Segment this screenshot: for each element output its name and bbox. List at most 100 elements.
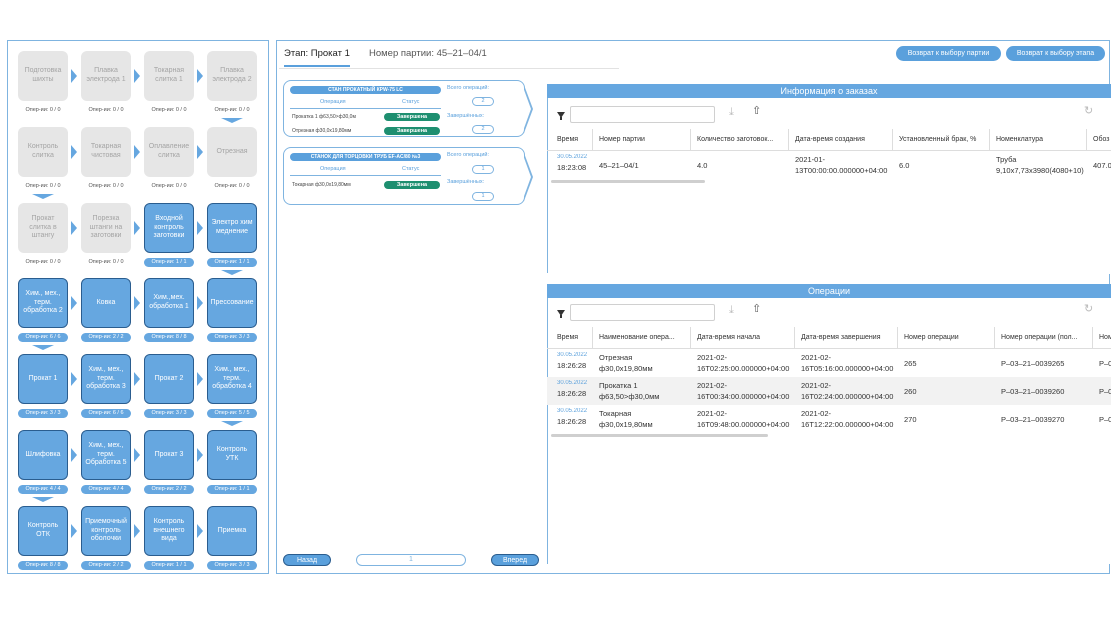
operations-title: Операции [547,284,1111,298]
col-header[interactable]: Номенклатура [990,129,1087,151]
col-header[interactable]: Установленный брак, % [893,129,990,151]
prev-page-button[interactable]: Назад [283,554,331,566]
stage-box[interactable]: Контроль УТК [207,430,257,480]
stage-box[interactable]: Контроль внешнего вида [144,506,194,556]
stage-op-count: Опер-ии: 3 / 3 [207,333,257,342]
upload-icon[interactable]: ⇧ [752,106,761,117]
back-to-batch-button[interactable]: Возврат к выбору партии [896,46,1001,61]
flow-arrow-right [197,448,203,462]
cell-extra: 407.0 [1093,161,1111,170]
col-header[interactable]: Наименование опера... [593,327,691,349]
machine-card[interactable]: СТАНОК ДЛЯ ТОРЦОВКИ ТРУБ EF-AC/80 №3 Опе… [283,147,533,205]
flow-arrow-right [134,296,140,310]
stage-box[interactable]: Хим., мех., терм. Обработка 5 [81,430,131,480]
total-ops-label: Всего операций: [447,152,489,158]
stage-box[interactable]: Оплавление слитка [144,127,194,177]
total-ops-value: 2 [472,97,494,106]
stage-box[interactable]: Плавка электрода 2 [207,51,257,101]
col-header[interactable]: Дата-время создания [789,129,893,151]
operation-name: Токарная ф30,0х19,80мм [292,182,351,188]
flow-arrow-right [71,145,77,159]
stage-box[interactable]: Прессование [207,278,257,328]
stage-box[interactable]: Хим.,мех. обработка 1 [144,278,194,328]
stage-box[interactable]: Ковка [81,278,131,328]
download-icon[interactable]: ⤓ [729,305,734,316]
col-header[interactable]: Номер операции (пол... [995,327,1093,349]
col-divider [290,175,441,176]
col-header[interactable]: Время [551,327,593,349]
cell-batch: 45–21–04/1 [599,161,639,170]
page-number-input[interactable]: 1 [356,554,466,566]
stage-box[interactable]: Токарная чистовая [81,127,131,177]
flow-arrow-right [197,69,203,83]
col-header[interactable]: Количество заготовок... [691,129,789,151]
machine-card[interactable]: СТАН ПРОКАТНЫЙ КРW-75 LC Операция Статус… [283,80,533,137]
operations-search-input[interactable] [570,304,715,321]
stage-op-count: Опер-ии: 6 / 6 [81,409,131,418]
stage-box[interactable]: Отрезная [207,127,257,177]
cell-start: 2021-02- 16T02:25:00.000000+04:00 [697,353,790,374]
table-row[interactable]: 30.05.2022 18:26:28 Отрезная ф30,0х19,80мм 2… [547,349,1111,377]
stage-box[interactable]: Прокат 3 [144,430,194,480]
col-status: Статус [402,99,420,105]
stage-box[interactable]: Токарная слитка 1 [144,51,194,101]
stage-box[interactable]: Хим., мех., терм. обработка 2 [18,278,68,328]
flow-arrow-down [32,497,54,502]
next-page-button[interactable]: Вперед [491,554,539,566]
stage-op-count: Опер-ии: 6 / 6 [18,333,68,342]
flow-arrow-right [71,296,77,310]
col-header[interactable]: Номер операции [898,327,995,349]
upload-icon[interactable]: ⇧ [752,304,761,315]
orders-search-input[interactable] [570,106,715,123]
horizontal-scrollbar[interactable] [551,180,705,183]
col-header[interactable]: Номер партии [593,129,691,151]
stage-box[interactable]: Прокат слитка в штангу [18,203,68,253]
stage-op-count: Опер-ии: 3 / 3 [207,561,257,570]
col-header[interactable]: Обоз [1087,129,1111,151]
stage-box[interactable]: Приемка [207,506,257,556]
stage-box[interactable]: Порезка штанги на заготовки [81,203,131,253]
stage-box[interactable]: Шлифовка [18,430,68,480]
cell-op-number: 265 [904,359,917,368]
refresh-icon[interactable]: ↻ [1084,304,1093,315]
col-header[interactable]: Дата-время завершения [795,327,898,349]
refresh-icon[interactable]: ↻ [1084,106,1093,117]
table-row[interactable]: 30.05.2022 18:23:08 45–21–04/1 4.0 2021-0… [547,151,1111,181]
header-divider [279,68,619,69]
stage-op-count: Опер-ии: 4 / 4 [81,485,131,494]
stage-box[interactable]: Хим., мех., терм. обработка 4 [207,354,257,404]
stage-box[interactable]: Плавка электрода 1 [81,51,131,101]
stage-box[interactable]: Входной контроль заготовки [144,203,194,253]
stage-op-count: Опер-ии: 0 / 0 [151,107,187,113]
stage-op-count: Опер-ии: 5 / 5 [207,409,257,418]
stage-op-count: Опер-ии: 1 / 1 [207,485,257,494]
horizontal-scrollbar[interactable] [551,434,768,437]
back-to-stage-button[interactable]: Возврат к выбору этапа [1006,46,1105,61]
cell-op-full: P–03–21–0039270 [1001,415,1065,424]
stage-box[interactable]: Контроль ОТК [18,506,68,556]
stage-box[interactable]: Приемочный контроль оболочки [81,506,131,556]
card-pointer-inner [523,87,531,131]
cell-time: 30.05.2022 18:26:28 [557,408,588,426]
col-header[interactable]: Дата-время начала [691,327,795,349]
cell-end: 2021-02- 16T12:22:00.000000+04:00 [801,409,894,430]
col-status: Статус [402,166,420,172]
cell-qty: 4.0 [697,161,708,170]
table-row[interactable]: 30.05.2022 18:26:28 Токарная ф30,0х19,80мм 2… [547,405,1111,433]
cell-time: 30.05.2022 18:26:28 [557,380,588,398]
stage-box[interactable]: Контроль слитка [18,127,68,177]
stage-box[interactable]: Прокат 2 [144,354,194,404]
flow-arrow-right [134,448,140,462]
download-icon[interactable]: ⤓ [729,107,734,118]
stage-box[interactable]: Подготовка шихты [18,51,68,101]
table-row[interactable]: 30.05.2022 18:26:28 Прокатка 1 ф63,50>ф30,0… [547,377,1111,405]
stage-box[interactable]: Прокат 1 [18,354,68,404]
stage-op-count: Опер-ии: 2 / 2 [144,485,194,494]
stage-op-count: Опер-ии: 0 / 0 [151,183,187,189]
stage-box[interactable]: Хим., мех., терм. обработка 3 [81,354,131,404]
stage-op-count: Опер-ии: 4 / 4 [18,485,68,494]
col-header[interactable]: Ном [1093,327,1111,349]
col-header[interactable]: Время [551,129,593,151]
stage-box[interactable]: Электро хим меднение [207,203,257,253]
status-badge: Завершена [384,127,440,135]
